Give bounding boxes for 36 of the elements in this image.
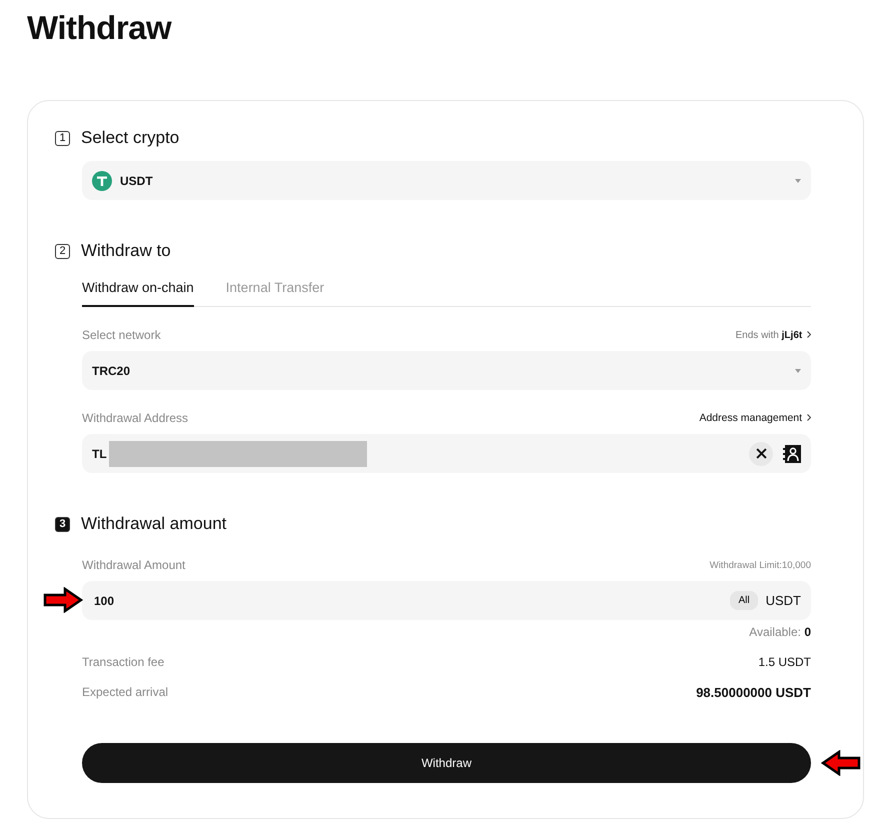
section-heading: Withdrawal amount [81,514,227,534]
field-label: Withdrawal Address [82,411,188,425]
section-heading: Withdraw to [81,241,171,261]
available-balance: Available: 0 [748,625,811,639]
arrow-icon [821,750,861,776]
chevron-right-icon [807,330,811,338]
tab[interactable]: Withdraw on-chain [82,280,194,307]
network-select[interactable]: TRC20 [82,351,811,390]
withdraw-button[interactable]: Withdraw [82,743,811,783]
summary-label: Transaction fee [82,655,164,669]
network-hint-link[interactable]: Ends with jLj6t [736,330,811,340]
field-label: Select network [82,328,161,342]
currency-unit: USDT [766,593,801,608]
contact-book-icon[interactable] [783,444,801,462]
chevron-right-icon [807,414,811,421]
field-label: Withdrawal Amount [82,558,186,572]
section-heading: Select crypto [81,128,180,148]
step-number: 2 [55,244,70,258]
withdrawal-limit: Withdrawal Limit:10,000 [710,560,811,570]
page-title: Withdraw [27,8,173,48]
summary-value: 98.50000000 USDT [696,684,811,700]
arrow-icon [43,587,83,613]
caret-icon [795,178,801,182]
address-management-link[interactable]: Address management [699,412,811,424]
step-number: 3 [55,516,70,532]
summary-value: 1.5 USDT [758,655,811,669]
summary-label: Expected arrival [82,685,168,699]
address-input[interactable]: TL [92,446,107,460]
coin-icon [92,170,112,190]
amount-input[interactable]: 100 All USDT [82,581,811,620]
caret-icon [795,368,801,372]
clear-button[interactable] [749,442,773,466]
step-number: 1 [55,130,70,146]
crypto-select[interactable]: USDT [82,161,811,200]
close-icon [756,448,766,459]
all-button[interactable]: All [730,591,758,610]
